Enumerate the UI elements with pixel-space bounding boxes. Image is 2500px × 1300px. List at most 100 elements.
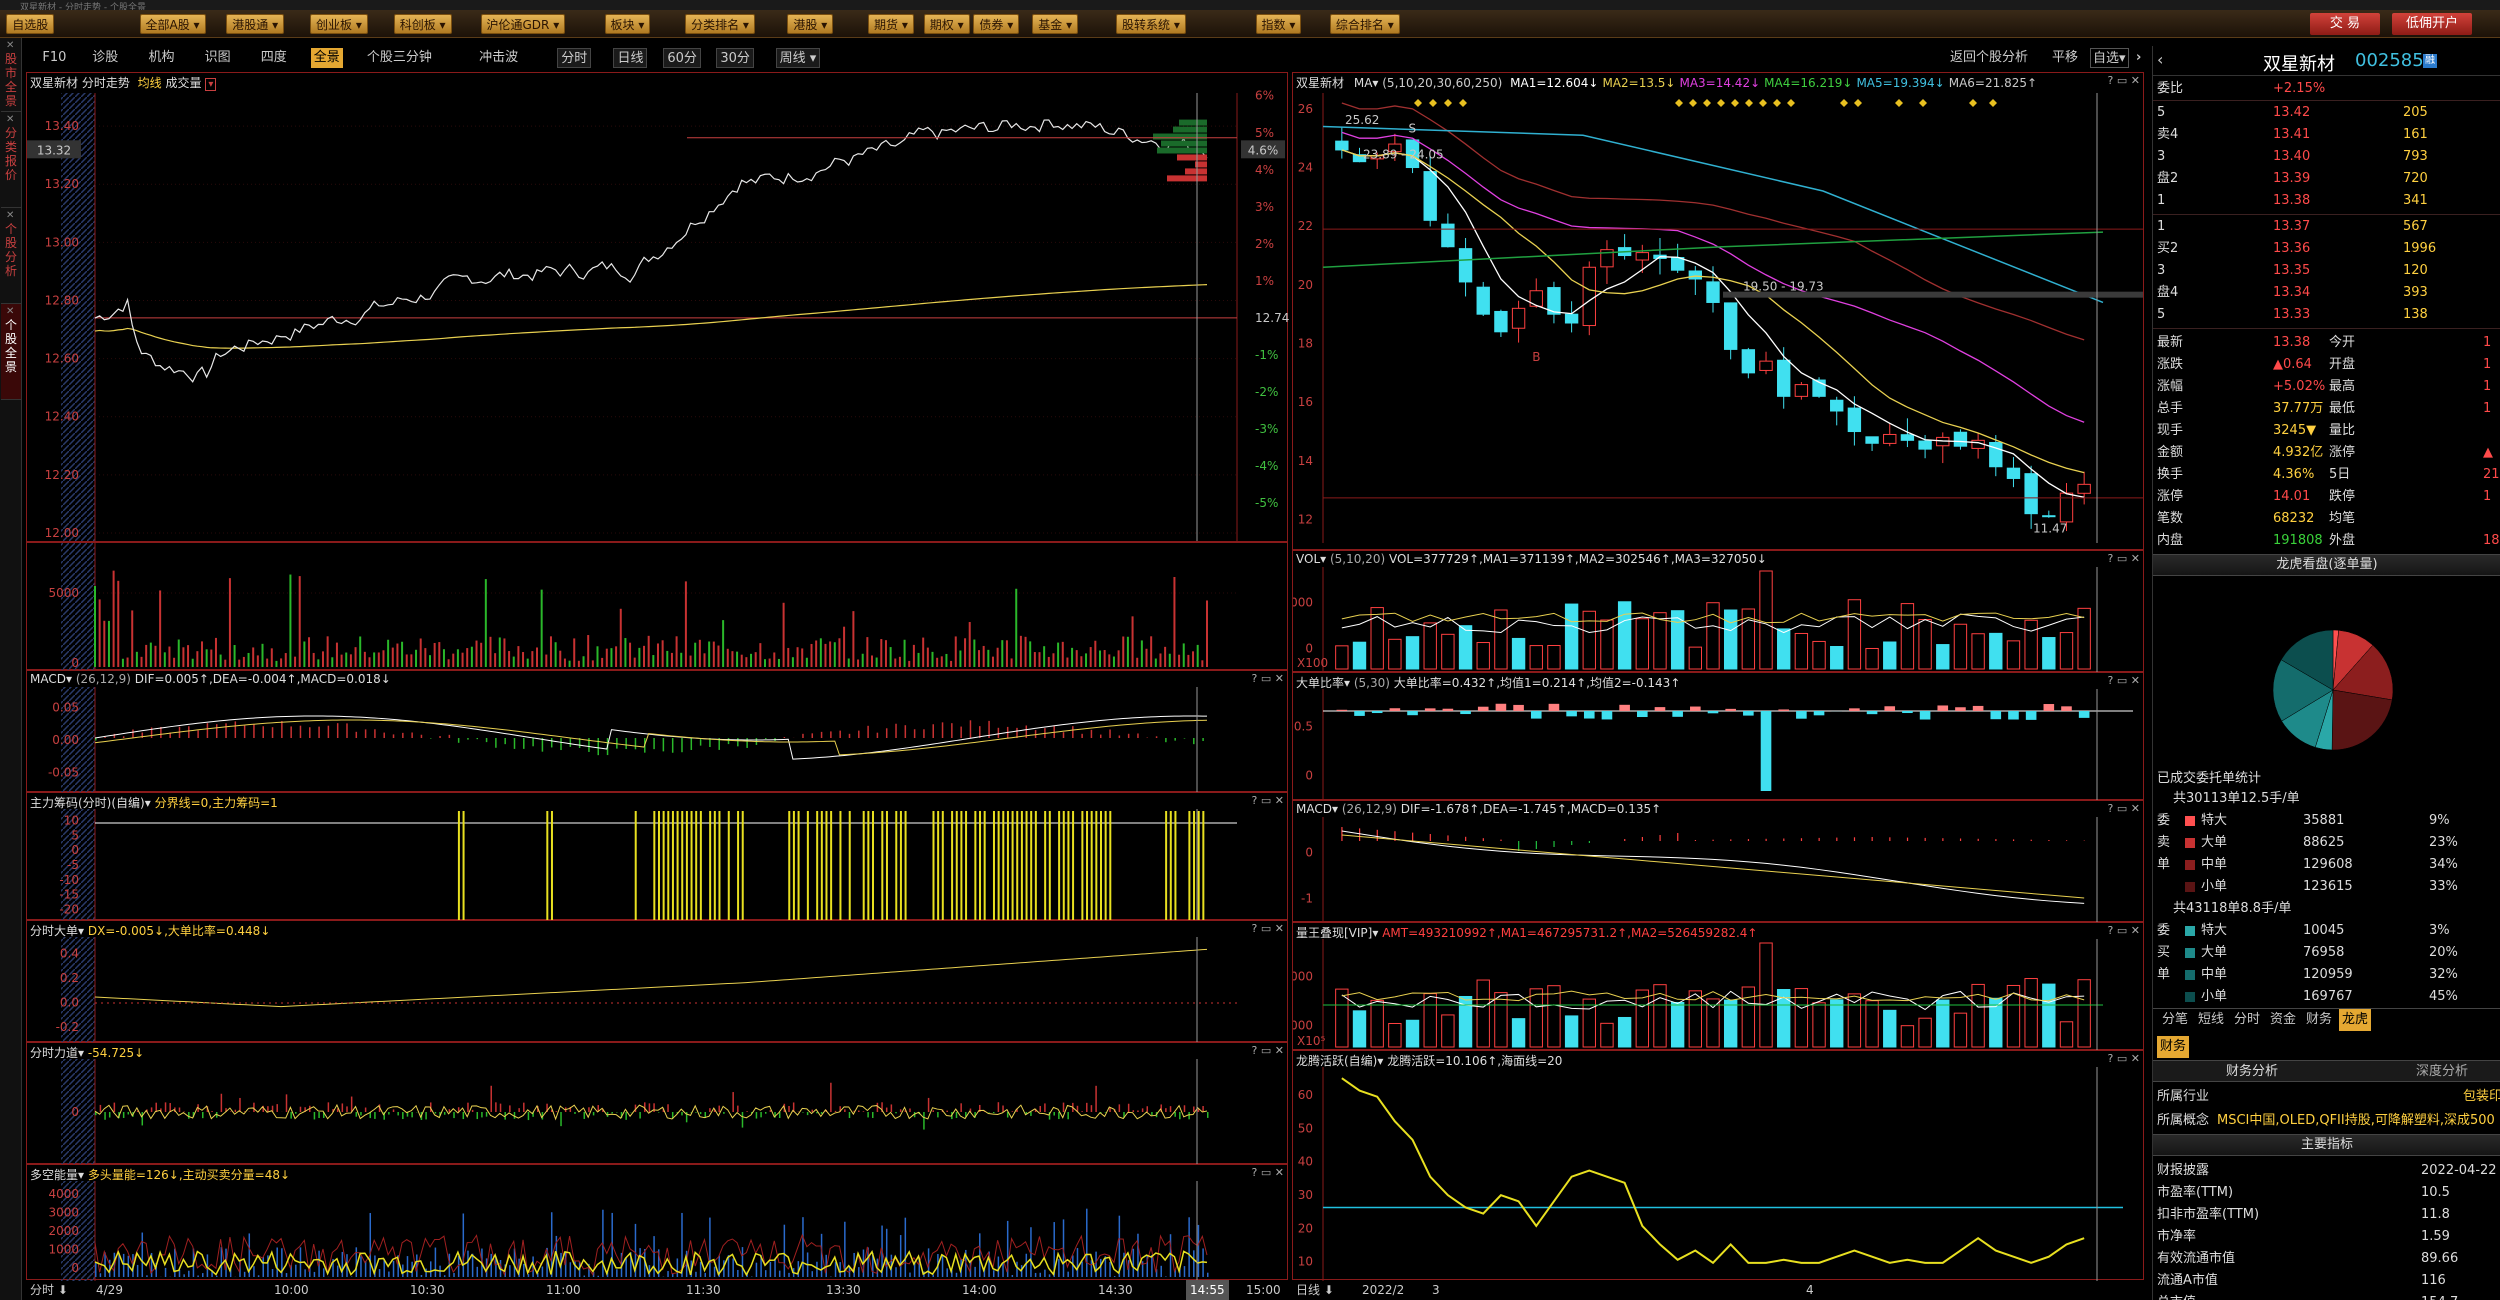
fin-sub-tab-0[interactable]: 财务分析 xyxy=(2223,1061,2281,1083)
menu-button-3[interactable]: 创业板 ▾ xyxy=(310,14,368,34)
stat-label: 涨跌 xyxy=(2157,357,2184,372)
toolbar-6[interactable]: 个股三分钟 xyxy=(364,48,435,68)
menu-button-1[interactable]: 全部A股 ▾ xyxy=(139,14,206,34)
rail-close-icon[interactable]: ✕ xyxy=(6,113,14,127)
daily-indicator-chart-0[interactable]: 5000 0X100 xyxy=(1293,551,2145,673)
daily-indicator-chart-2[interactable]: 0 -1 xyxy=(1293,801,2145,923)
daily-macd-bar xyxy=(1553,841,1555,847)
watchlist-dropdown[interactable]: 自选▾ xyxy=(2090,48,2129,68)
rail-close-icon[interactable]: ✕ xyxy=(6,209,14,223)
daily-macd-bar xyxy=(1429,834,1431,841)
menu-button-5[interactable]: 沪伦通GDR ▾ xyxy=(480,14,566,34)
menu-button-8[interactable]: 港股 ▾ xyxy=(787,14,834,34)
menu-button-12[interactable]: 基金 ▾ xyxy=(1032,14,1079,34)
quote-tab-5[interactable]: 龙虎 xyxy=(2339,1009,2372,1031)
menu-button-2[interactable]: 港股通 ▾ xyxy=(226,14,285,34)
chip-bar xyxy=(872,811,875,921)
daily-macd-bar xyxy=(1765,838,1767,841)
intraday-price-chart[interactable]: 13.40 13.20 13.00 12.80 12.60 12.40 12.20 12.00… xyxy=(27,73,1289,543)
menu-button-6[interactable]: 板块 ▾ xyxy=(604,14,651,34)
quote-tab-2[interactable]: 分时 xyxy=(2231,1009,2263,1031)
rail-tab-1[interactable]: ✕ 分类报价 xyxy=(1,112,21,208)
toolbar-2[interactable]: 机构 xyxy=(145,48,177,68)
chip-bar xyxy=(932,811,935,921)
order-pie-chart[interactable] xyxy=(2153,578,2500,778)
volume-bar xyxy=(1057,642,1060,667)
force-bar xyxy=(764,1112,767,1114)
rail-tab-3[interactable]: ✕ 个股全景 xyxy=(1,304,21,400)
menu-button-15[interactable]: 综合排名 ▾ xyxy=(1329,14,1400,34)
volume-bar xyxy=(321,651,324,667)
toolbar-3[interactable]: 识图 xyxy=(202,48,234,68)
ask-volume: 161 xyxy=(2403,127,2428,142)
toolbar-7[interactable]: 冲击波 xyxy=(476,48,521,68)
energy-bar xyxy=(425,1268,427,1277)
toolbar-12[interactable]: 周线 ▾ xyxy=(775,48,821,68)
big-order-ratio-bar xyxy=(2025,711,2037,720)
daily-indicator-chart-1[interactable]: 0.50 xyxy=(1293,673,2145,801)
chip-bar xyxy=(806,811,809,921)
menu-button-0[interactable]: 自选股 xyxy=(6,14,55,34)
indicator-chart-1[interactable]: 1050-5-10-15-20 xyxy=(27,793,1289,921)
menu-button-7[interactable]: 分类排名 ▾ xyxy=(685,14,755,34)
indicator-chart-0[interactable]: 0.05 0.00 -0.05 xyxy=(27,671,1289,793)
menu-button-11[interactable]: 债券 ▾ xyxy=(973,14,1020,34)
trade-button[interactable]: 交 易 xyxy=(2310,13,2380,35)
daily-kline-chart[interactable]: 26 24 22 20 18 16 14 12 25.62 23.89 - 24.05 19.50 … xyxy=(1293,73,2145,551)
daily-indicator-chart-3[interactable]: 10000 5000 X10⁵ xyxy=(1293,923,2145,1051)
daily-indicator-chart-4[interactable]: 60 50 40 30 20 10 xyxy=(1293,1051,2145,1281)
rail-tab-2[interactable]: ✕ 个股分析 xyxy=(1,208,21,304)
toolbar-1[interactable]: 诊股 xyxy=(89,48,121,68)
time-tick-label: 10:30 xyxy=(410,1283,445,1297)
time-tick-label: 11:00 xyxy=(546,1283,581,1297)
fin-sub-tab-1[interactable]: 深度分析 xyxy=(2413,1061,2471,1083)
intraday-volume-chart[interactable]: 5000 0 xyxy=(27,543,1289,671)
toolbar-0[interactable]: F10 xyxy=(39,48,69,68)
flat-button[interactable]: 平移 xyxy=(2052,48,2078,68)
range-annotation: 23.89 - 24.05 xyxy=(1363,148,1444,162)
quote-tab-4[interactable]: 财务 xyxy=(2303,1009,2335,1031)
quote-tab-0[interactable]: 分笔 xyxy=(2159,1009,2191,1031)
daily-volume-bar xyxy=(1352,641,1367,670)
menu-button-4[interactable]: 科创板 ▾ xyxy=(393,14,452,34)
daily-volume-bar xyxy=(1547,645,1561,670)
energy-bar xyxy=(164,1267,167,1277)
toolbar-9[interactable]: 日线 xyxy=(613,48,648,68)
toolbar-8[interactable]: 分时 xyxy=(557,48,592,68)
menu-button-14[interactable]: 指数 ▾ xyxy=(1255,14,1302,34)
concept-label: 所属概念 xyxy=(2157,1113,2210,1128)
order-volume: 129608 xyxy=(2303,857,2353,872)
force-bar xyxy=(299,1106,302,1112)
kline-candle xyxy=(2042,510,2056,518)
quote-tab-1[interactable]: 短线 xyxy=(2195,1009,2227,1031)
fin-tab[interactable]: 财务 xyxy=(2157,1036,2190,1058)
rail-tab-0[interactable]: ✕ 股市全景 xyxy=(1,38,21,112)
toolbar-4[interactable]: 四度 xyxy=(258,48,290,68)
indicator-chart-3[interactable]: 0 xyxy=(27,1043,1289,1165)
toolbar-5[interactable]: 全景 xyxy=(310,48,343,68)
toolbar-10[interactable]: 60分 xyxy=(663,48,701,68)
volume-bar xyxy=(275,660,278,667)
back-to-analysis-button[interactable]: 返回个股分析 xyxy=(1950,48,2028,68)
chip-bar xyxy=(681,811,684,921)
daily-volume-bar xyxy=(1494,992,1508,1048)
volume-bar xyxy=(898,656,901,667)
menu-button-10[interactable]: 期权 ▾ xyxy=(923,14,970,34)
force-bar xyxy=(820,1112,823,1114)
indicator-chart-2[interactable]: 0.4 0.2 0.0 -0.2 xyxy=(27,921,1289,1043)
order-type: 中单 xyxy=(2201,967,2228,982)
pct-tick-label: -2% xyxy=(1255,385,1278,399)
daily-macd-bar xyxy=(1588,841,1590,843)
quote-tab-3[interactable]: 资金 xyxy=(2267,1009,2299,1031)
rail-close-icon[interactable]: ✕ xyxy=(6,305,14,319)
menu-button-13[interactable]: 股转系统 ▾ xyxy=(1116,14,1186,34)
indicator-chart-4[interactable]: 4000 3000 2000 1000 0 xyxy=(27,1165,1289,1281)
rail-close-icon[interactable]: ✕ xyxy=(6,39,14,53)
open-account-button[interactable]: 低佣开户 xyxy=(2392,13,2472,35)
big-order-ratio-bar xyxy=(1460,711,1471,715)
back-icon[interactable]: ‹ xyxy=(2157,50,2163,69)
menu-button-9[interactable]: 期货 ▾ xyxy=(868,14,914,34)
ratio-value: +2.15% xyxy=(2273,81,2326,96)
collapse-icon[interactable]: › xyxy=(2136,48,2141,68)
toolbar-11[interactable]: 30分 xyxy=(716,48,754,68)
